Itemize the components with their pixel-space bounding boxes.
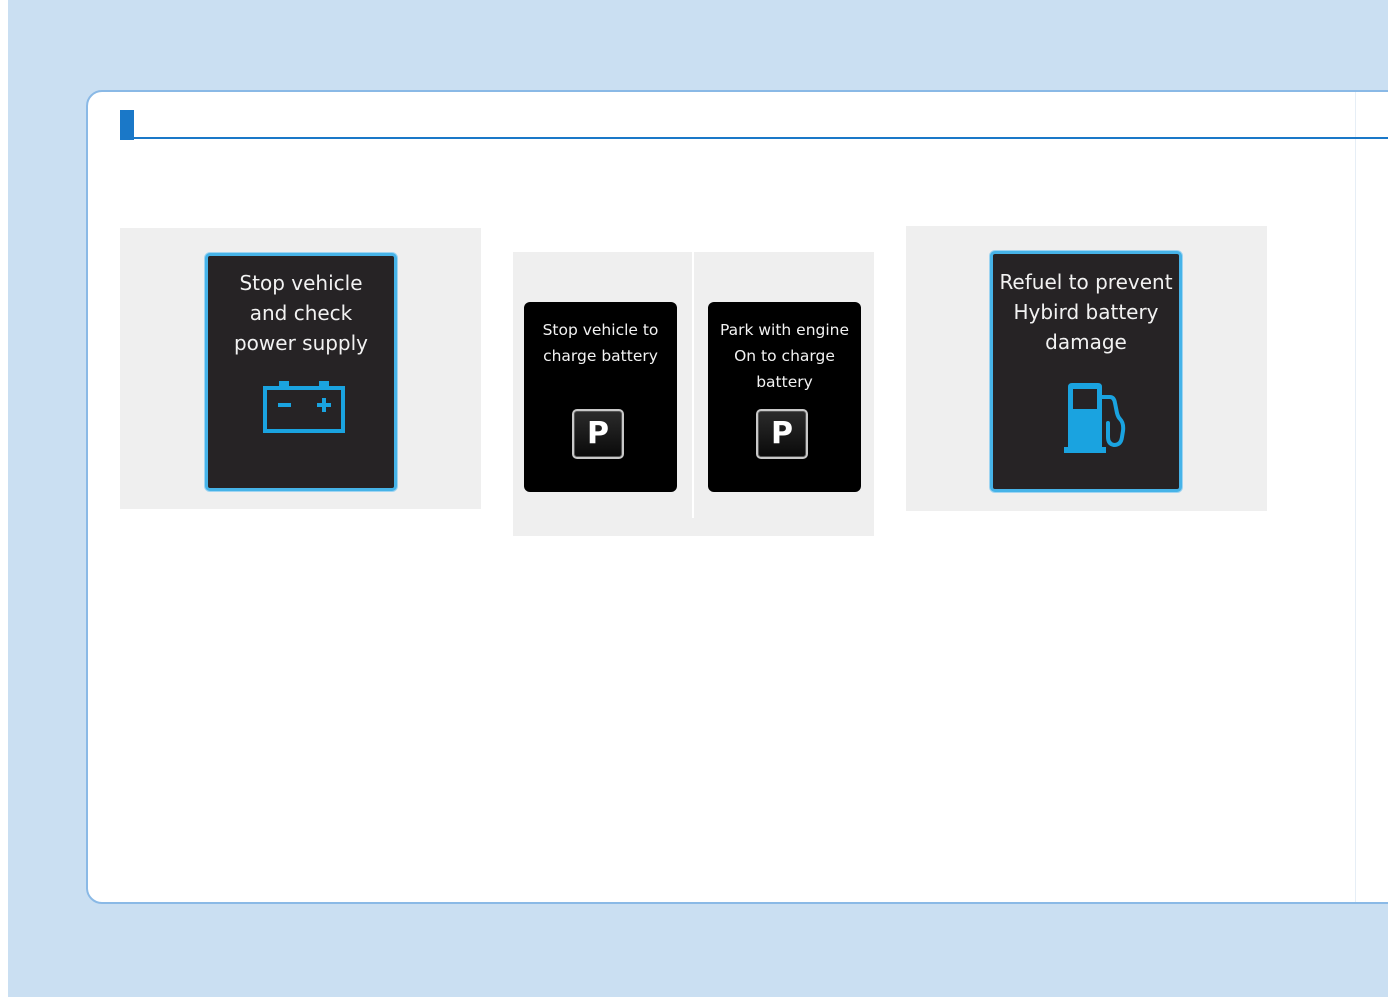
section-heading-rule: [120, 137, 1388, 139]
park-p-icon: P: [756, 409, 808, 459]
battery-icon: [263, 381, 345, 433]
cluster-screen-park-engine-on: Park with engine On to charge battery P: [708, 302, 861, 492]
left-margin-strip: [0, 0, 8, 997]
fuel-pump-icon: [1064, 383, 1126, 453]
cluster-screen-stop-to-charge: Stop vehicle to charge battery P: [524, 302, 677, 492]
figure-refuel-warning: Refuel to prevent Hybird battery damage: [906, 226, 1267, 511]
right-edge-rule: [1355, 92, 1356, 902]
cluster-screen-refuel: Refuel to prevent Hybird battery damage: [990, 251, 1182, 492]
figure-park-to-charge: Stop vehicle to charge battery P Park wi…: [513, 252, 874, 536]
screen-divider: [692, 252, 694, 518]
cluster-screen-power-supply: Stop vehicle and check power supply: [205, 253, 397, 491]
warning-message-power-supply: Stop vehicle and check power supply: [233, 271, 369, 355]
warning-message-refuel: Refuel to prevent Hybird battery damage: [999, 270, 1173, 354]
warning-message-stop-to-charge: Stop vehicle to charge battery: [542, 321, 659, 365]
section-marker: [120, 110, 134, 140]
warning-message-park-engine-on: Park with engine On to charge battery: [719, 321, 850, 391]
figure-power-supply-warning: Stop vehicle and check power supply: [120, 228, 481, 509]
park-p-icon: P: [572, 409, 624, 459]
